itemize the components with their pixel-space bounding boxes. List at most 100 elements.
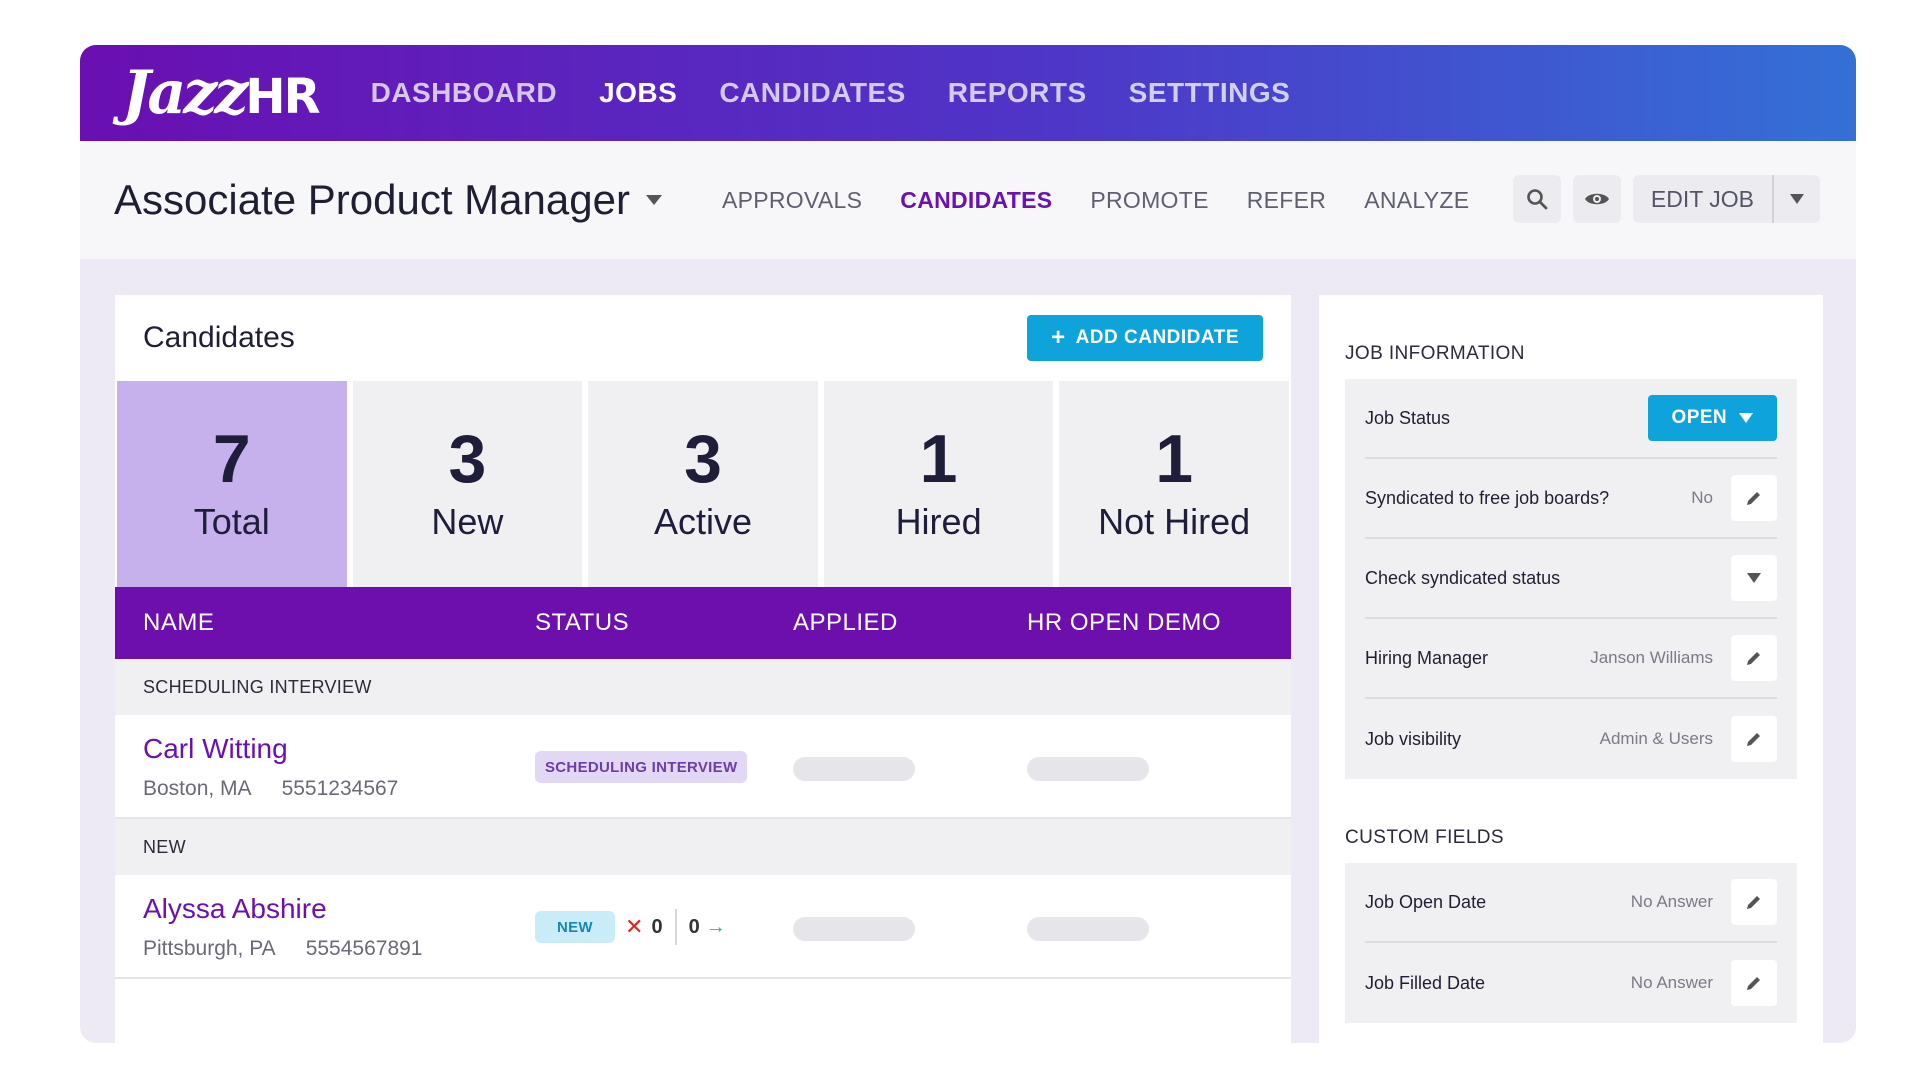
stat-not-hired[interactable]: 1 Not Hired xyxy=(1059,381,1289,587)
edit-job-button[interactable]: EDIT JOB xyxy=(1632,175,1820,223)
edit-syndicated-button[interactable] xyxy=(1731,475,1777,521)
job-filled-date-label: Job Filled Date xyxy=(1365,972,1486,993)
chevron-down-icon xyxy=(1747,573,1761,583)
hr-open-demo-placeholder xyxy=(1027,757,1149,781)
syndicated-value: No xyxy=(1691,488,1713,507)
tab-promote[interactable]: PROMOTE xyxy=(1090,187,1208,214)
stat-new-count: 3 xyxy=(448,421,487,497)
edit-job-dropdown[interactable] xyxy=(1774,194,1820,204)
jazzhr-logo[interactable]: Jazz HR xyxy=(122,58,321,128)
check-syndicated-expand-button[interactable] xyxy=(1731,555,1777,601)
pencil-icon xyxy=(1747,896,1760,909)
candidates-header: Candidates + ADD CANDIDATE xyxy=(115,295,1291,381)
preview-button[interactable] xyxy=(1572,175,1621,223)
chevron-down-icon xyxy=(1790,194,1804,204)
tab-analyze[interactable]: ANALYZE xyxy=(1364,187,1469,214)
column-name[interactable]: NAME xyxy=(143,609,214,637)
tab-candidates[interactable]: CANDIDATES xyxy=(900,187,1052,214)
hiring-manager-label: Hiring Manager xyxy=(1365,647,1489,668)
topnav-candidates[interactable]: CANDIDATES xyxy=(719,77,905,109)
plus-icon: + xyxy=(1051,324,1066,351)
stat-total[interactable]: 7 Total xyxy=(117,381,347,587)
job-header: Associate Product Manager APPROVALS CAND… xyxy=(80,141,1856,259)
stat-active[interactable]: 3 Active xyxy=(588,381,818,587)
candidate-stats: 7 Total 3 New 3 Active 1 Hired 1 Not Hir… xyxy=(115,381,1291,587)
thumbs-down-x-icon[interactable]: ✕ xyxy=(625,914,643,940)
edit-job-open-date-button[interactable] xyxy=(1731,879,1777,925)
add-candidate-label: ADD CANDIDATE xyxy=(1075,327,1239,348)
candidate-meta: Boston, MA 5551234567 xyxy=(143,777,398,801)
candidates-title: Candidates xyxy=(143,321,295,354)
tab-approvals[interactable]: APPROVALS xyxy=(722,187,862,214)
candidate-name-link[interactable]: Alyssa Abshire xyxy=(143,893,327,925)
column-status[interactable]: STATUS xyxy=(535,609,629,637)
table-header: NAME STATUS APPLIED HR OPEN DEMO xyxy=(115,587,1291,659)
topnav-jobs[interactable]: JOBS xyxy=(599,77,677,109)
hiring-manager-value: Janson Williams xyxy=(1590,648,1713,667)
job-visibility-row: Job visibility Admin & Users xyxy=(1365,699,1777,779)
group-scheduling-interview: SCHEDULING INTERVIEW xyxy=(115,659,1291,715)
status-badge: NEW xyxy=(535,911,615,943)
stat-hired-label: Hired xyxy=(895,501,982,542)
logo-hr-text: HR xyxy=(245,69,320,125)
column-hr-open-demo[interactable]: HR OPEN DEMO xyxy=(1027,609,1221,637)
candidate-meta: Pittsburgh, PA 5554567891 xyxy=(143,937,422,961)
edit-job-visibility-button[interactable] xyxy=(1731,716,1777,762)
check-syndicated-label: Check syndicated status xyxy=(1365,567,1561,588)
job-actions: EDIT JOB xyxy=(1512,175,1820,223)
job-title[interactable]: Associate Product Manager xyxy=(114,176,630,224)
logo-jazz-text: Jazz xyxy=(122,58,248,128)
stat-not-hired-count: 1 xyxy=(1155,421,1194,497)
job-title-chevron-down-icon[interactable] xyxy=(645,195,662,205)
topnav-settings[interactable]: SETTTINGS xyxy=(1129,77,1291,109)
hr-open-demo-placeholder xyxy=(1027,917,1149,941)
stat-hired-count: 1 xyxy=(919,421,958,497)
stat-hired[interactable]: 1 Hired xyxy=(823,381,1054,587)
votes-down-count: 0 xyxy=(651,915,663,938)
app-window: Jazz HR DASHBOARD JOBS CANDIDATES REPORT… xyxy=(80,45,1856,1043)
job-filled-date-value: No Answer xyxy=(1630,973,1713,992)
stat-new-label: New xyxy=(431,501,504,542)
job-status-value: OPEN xyxy=(1671,407,1727,428)
job-visibility-label: Job visibility xyxy=(1365,728,1462,749)
stat-not-hired-label: Not Hired xyxy=(1098,501,1251,542)
custom-fields-title: CUSTOM FIELDS xyxy=(1345,827,1504,848)
vote-counts: ✕ 0 0 → xyxy=(625,907,726,947)
job-status-row: Job Status OPEN xyxy=(1365,379,1777,459)
table-row[interactable]: Alyssa Abshire Pittsburgh, PA 5554567891 … xyxy=(115,875,1291,979)
stat-active-count: 3 xyxy=(684,421,722,497)
candidate-phone: 5554567891 xyxy=(305,937,423,960)
syndicated-row: Syndicated to free job boards? No xyxy=(1365,459,1777,539)
edit-hiring-manager-button[interactable] xyxy=(1731,635,1777,681)
top-navigation: Jazz HR DASHBOARD JOBS CANDIDATES REPORT… xyxy=(80,45,1856,141)
job-status-dropdown[interactable]: OPEN xyxy=(1647,395,1777,441)
stat-new[interactable]: 3 New xyxy=(352,381,583,587)
job-filled-date-row: Job Filled Date No Answer xyxy=(1365,943,1777,1023)
pencil-icon xyxy=(1747,977,1760,990)
job-information-card: Job Status OPEN Syndicated to free job b… xyxy=(1345,379,1797,779)
vote-divider xyxy=(674,909,677,945)
custom-fields-card: Job Open Date No Answer Job Filled Date … xyxy=(1345,863,1797,1023)
edit-job-filled-date-button[interactable] xyxy=(1731,960,1777,1006)
topnav-dashboard[interactable]: DASHBOARD xyxy=(371,77,558,109)
arrow-right-icon[interactable]: → xyxy=(706,916,726,939)
topnav-reports[interactable]: REPORTS xyxy=(948,77,1087,109)
candidate-phone: 5551234567 xyxy=(281,777,399,800)
syndicated-label: Syndicated to free job boards? xyxy=(1365,487,1610,508)
applied-placeholder xyxy=(793,757,915,781)
candidate-location: Pittsburgh, PA xyxy=(143,937,276,960)
applied-placeholder xyxy=(793,917,915,941)
group-new: NEW xyxy=(115,819,1291,875)
add-candidate-button[interactable]: + ADD CANDIDATE xyxy=(1027,315,1263,361)
job-visibility-value: Admin & Users xyxy=(1599,729,1713,748)
edit-job-label: EDIT JOB xyxy=(1633,175,1774,223)
table-row[interactable]: Carl Witting Boston, MA 5551234567 SCHEDU… xyxy=(115,715,1291,819)
candidate-location: Boston, MA xyxy=(143,777,252,800)
search-button[interactable] xyxy=(1512,175,1561,223)
search-icon xyxy=(1527,189,1548,210)
job-info-panel: JOB INFORMATION Job Status OPEN Syndicat… xyxy=(1319,295,1823,1043)
column-applied[interactable]: APPLIED xyxy=(793,609,898,637)
tab-refer[interactable]: REFER xyxy=(1247,187,1326,214)
check-syndicated-row: Check syndicated status xyxy=(1365,539,1777,619)
candidate-name-link[interactable]: Carl Witting xyxy=(143,733,288,765)
